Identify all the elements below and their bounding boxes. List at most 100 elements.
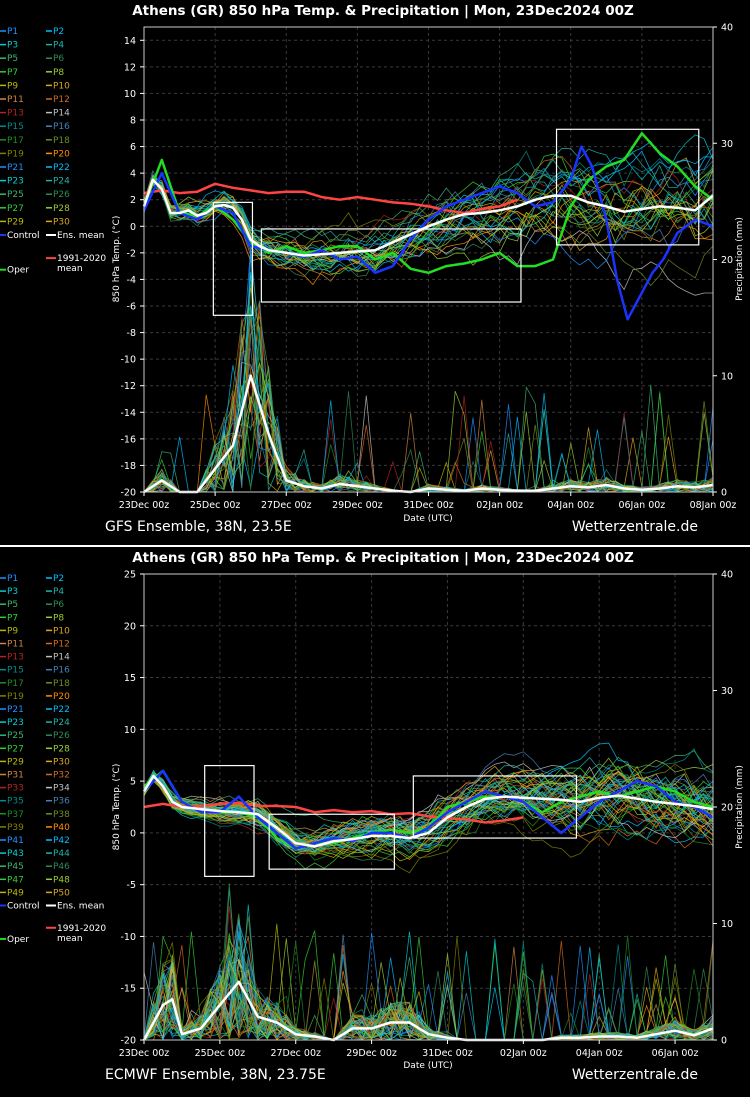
legend-item: P41 <box>7 836 24 846</box>
y2-axis-label: Precipitation (mm) <box>735 765 745 849</box>
legend-item: P25 <box>7 731 24 741</box>
legend-item: P4 <box>53 41 64 51</box>
legend-item: P35 <box>7 797 24 807</box>
y-tick-label: 0 <box>130 828 136 839</box>
legend-item: P32 <box>53 771 70 781</box>
x-tick-label: 31Dec 00z <box>422 1048 473 1059</box>
x-ticks: 23Dec 00z 25Dec 00z 27Dec 00z 29Dec 00z 31De… <box>119 1040 698 1059</box>
legend-item: P49 <box>7 888 24 898</box>
legend-item: P15 <box>7 122 24 132</box>
y2-tick-label: 20 <box>721 803 733 814</box>
legend-item: P28 <box>53 204 70 214</box>
legend-item: P2 <box>53 574 64 584</box>
legend-item: P40 <box>53 823 70 833</box>
legend-item: P11 <box>7 95 24 105</box>
plot-area: 14121086420-2-4-6-8-10-12-14-16-18-20 010… <box>119 23 737 512</box>
y-tick-label: -15 <box>120 984 136 995</box>
legend-item: P19 <box>7 149 24 159</box>
x-tick-label: 25Dec 00z <box>195 1048 246 1059</box>
y-tick-label: -8 <box>127 328 136 339</box>
y-tick-label: -20 <box>120 1036 136 1047</box>
legend-item-ens-mean: Ens. mean <box>57 902 104 912</box>
footer-source: Wetterzentrale.de <box>572 519 698 535</box>
y2-tick-label: 30 <box>721 686 733 697</box>
legend-item: P36 <box>53 797 70 807</box>
y-tick-label: 15 <box>124 673 136 684</box>
ecmwf-ensemble-panel: 25 20 15 10 5 0 -5 -10 -15 -20 0 10 20 30 40 23Dec 00z 2… <box>0 547 750 1093</box>
y-tick-label: 10 <box>124 725 136 736</box>
ensemble-members <box>143 742 714 874</box>
ensemble-members <box>143 134 714 296</box>
legend-item: P26 <box>53 190 70 200</box>
legend-item: P43 <box>7 849 24 859</box>
legend-item: P5 <box>7 600 18 610</box>
y2-tick-label: 40 <box>721 23 733 34</box>
y-tick-label: -16 <box>120 434 136 445</box>
legend-item: P3 <box>7 587 18 597</box>
x-tick-label: 23Dec 00z <box>119 500 170 511</box>
y-tick-label: -12 <box>120 381 136 392</box>
y2-tick-label: 0 <box>721 1036 727 1047</box>
legend-item: P38 <box>53 810 70 820</box>
legend-item: P22 <box>53 163 70 173</box>
legend-item: P17 <box>7 679 24 689</box>
x-tick-label: 29Dec 00z <box>332 500 383 511</box>
legend-item: P21 <box>7 705 24 715</box>
legend-item: P37 <box>7 810 24 820</box>
legend-item: P27 <box>7 744 24 754</box>
legend-item-control: Control <box>7 902 40 912</box>
legend-item: P24 <box>53 718 70 728</box>
legend-item: P6 <box>53 600 64 610</box>
y-tick-label: -10 <box>120 932 136 943</box>
legend-item: P11 <box>7 640 24 650</box>
legend-item: P14 <box>53 109 70 119</box>
legend-item: P9 <box>7 626 18 636</box>
legend-item: P46 <box>53 862 70 872</box>
y-axis-label: 850 hPa Temp. (°C) <box>112 216 122 303</box>
y-tick-label: -20 <box>120 488 136 499</box>
x-tick-label: 04Jan 00z <box>576 1048 623 1059</box>
y2-ticks: 0 10 20 30 40 <box>713 570 733 1047</box>
legend-item: P12 <box>53 640 70 650</box>
ecmwf-ensemble-chart: 2520151050-5-10-15-20 01020304023Dec 00z 2… <box>0 550 745 1083</box>
x-tick-label: 27Dec 00z <box>261 500 312 511</box>
legend-item: P19 <box>7 692 24 702</box>
legend-item: P13 <box>7 653 24 663</box>
y2-tick-label: 20 <box>721 255 733 266</box>
legend: P1 P2 P3 P4 P5 P6 P7 P8 P9 P10 P11 P12 P13 P14 P15 P16 P… <box>0 574 106 945</box>
y-tick-label: 6 <box>130 142 136 153</box>
x-axis-label: Date (UTC) <box>403 514 452 524</box>
legend-item: P30 <box>53 217 70 227</box>
legend-item: P44 <box>53 849 70 859</box>
x-axis-label: Date (UTC) <box>403 1061 452 1071</box>
y-tick-label: 5 <box>130 777 136 788</box>
x-tick-label: 04Jan 00z <box>547 500 594 511</box>
legend-item: P30 <box>53 757 70 767</box>
plot-frame <box>143 26 714 493</box>
y-tick-label: -18 <box>120 461 136 472</box>
grid <box>143 27 714 493</box>
y-tick-label: 10 <box>124 89 136 100</box>
x-tick-label: 25Dec 00z <box>190 500 241 511</box>
y2-ticks: 0 10 20 30 40 <box>713 23 733 499</box>
footer-model: ECMWF Ensemble, 38N, 23.75E <box>105 1067 326 1083</box>
legend-item-oper: Oper <box>7 266 29 276</box>
legend-item: P2 <box>53 27 64 37</box>
legend-item: P9 <box>7 81 18 91</box>
legend-item: P23 <box>7 177 24 187</box>
footer-source: Wetterzentrale.de <box>572 1067 698 1083</box>
y-ticks: 14 12 10 8 6 4 2 0 -2 -4 -6 -8 -10 -12 -14 -16 -18 -20 <box>120 36 144 499</box>
y2-tick-label: 30 <box>721 139 733 150</box>
y-tick-label: 0 <box>130 222 136 233</box>
plot-area: 2520151050-5-10-15-20 01020304023Dec 00z 2… <box>119 570 733 1060</box>
legend-item: P17 <box>7 136 24 146</box>
x-tick-label: 02Jan 00z <box>476 500 523 511</box>
member-precip-line <box>143 913 714 1041</box>
legend-item: P33 <box>7 784 24 794</box>
y-tick-label: 4 <box>130 169 136 180</box>
legend-item-control: Control <box>7 231 40 241</box>
legend-item: P20 <box>53 149 70 159</box>
legend-item: P7 <box>7 68 18 78</box>
y-tick-label: 8 <box>130 116 136 127</box>
legend-item-oper: Oper <box>7 935 29 945</box>
